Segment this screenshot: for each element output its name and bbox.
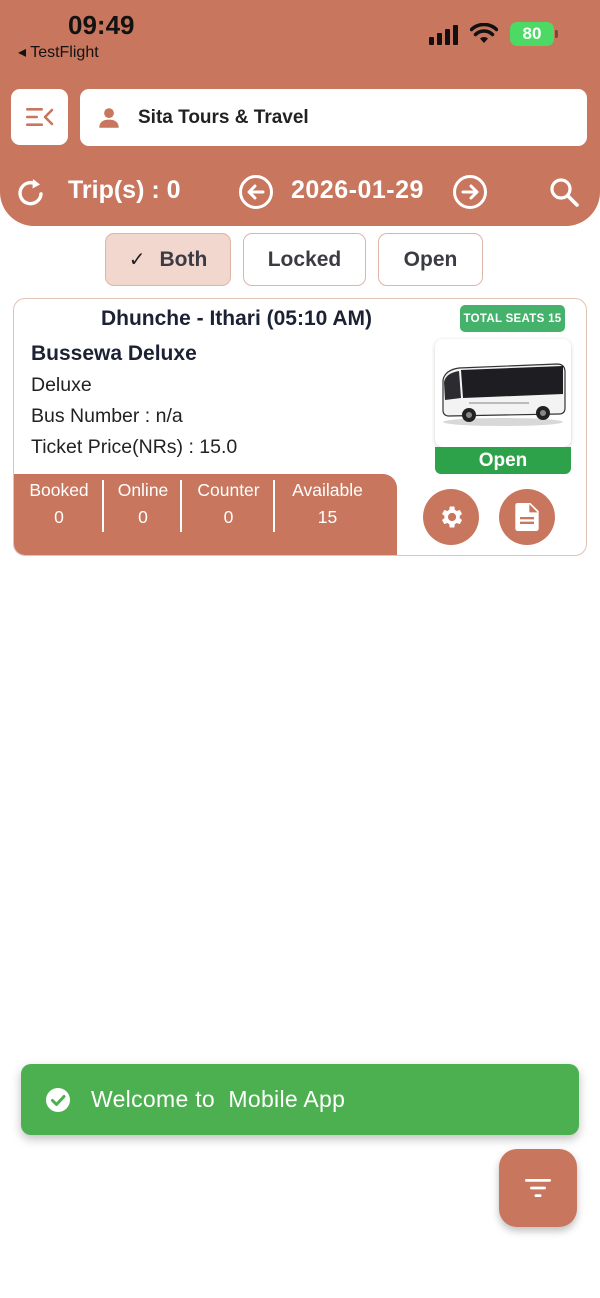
trip-settings-button[interactable] xyxy=(423,489,479,545)
bus-image xyxy=(435,339,571,447)
filter-fab-button[interactable] xyxy=(499,1149,577,1227)
gear-icon xyxy=(442,506,463,528)
battery-indicator: 80 xyxy=(510,22,558,46)
stat-label: Booked xyxy=(29,480,89,500)
stat-booked: Booked 0 xyxy=(14,480,104,555)
welcome-toast: Welcome to Mobile App xyxy=(21,1064,579,1135)
trip-route: Dhunche - Ithari (05:10 AM) xyxy=(100,307,373,330)
stat-counter: Counter 0 xyxy=(182,480,275,555)
stat-label: Online xyxy=(117,480,169,500)
stat-online: Online 0 xyxy=(104,480,182,555)
trip-card[interactable]: Dhunche - Ithari (05:10 AM) TOTAL SEATS … xyxy=(13,298,587,556)
filter-both[interactable]: ✓ Both xyxy=(105,233,231,286)
filter-open-label: Open xyxy=(403,247,458,271)
stat-label: Counter xyxy=(197,480,260,500)
stat-value: 0 xyxy=(223,507,234,527)
stat-value: 15 xyxy=(317,507,338,527)
menu-button[interactable] xyxy=(11,89,68,145)
filter-icon xyxy=(525,1179,551,1197)
total-seats-badge: TOTAL SEATS 15 xyxy=(460,305,565,332)
company-name: Sita Tours & Travel xyxy=(138,106,309,128)
refresh-icon[interactable] xyxy=(16,176,46,208)
bus-type: Deluxe xyxy=(31,374,92,396)
filter-open[interactable]: Open xyxy=(378,233,483,286)
menu-collapse-icon xyxy=(25,108,53,126)
app-header: 09:49 ◂ TestFlight 80 Sita Tours & Trave… xyxy=(0,0,600,226)
cellular-signal-icon xyxy=(429,23,458,45)
filter-locked-label: Locked xyxy=(267,247,342,271)
wifi-icon xyxy=(470,23,498,43)
filter-both-label: Both xyxy=(159,247,208,271)
trip-toolbar: Trip(s) : 0 2026-01-29 xyxy=(0,170,600,214)
stat-value: 0 xyxy=(138,507,148,527)
bus-number: Bus Number : n/a xyxy=(31,405,183,427)
check-icon: ✓ xyxy=(128,249,146,271)
document-icon xyxy=(515,503,539,531)
back-to-testflight[interactable]: ◂ TestFlight xyxy=(18,42,99,62)
arrow-right-circle-icon[interactable] xyxy=(452,174,488,210)
stat-label: Available xyxy=(292,480,363,500)
seat-stats: Booked 0 Online 0 Counter 0 Available 15 xyxy=(14,474,397,555)
bus-illustration xyxy=(442,363,566,426)
check-circle-icon xyxy=(46,1087,70,1112)
person-icon xyxy=(99,107,119,128)
arrow-left-circle-icon[interactable] xyxy=(238,174,274,210)
ticket-price: Ticket Price(NRs) : 15.0 xyxy=(31,436,238,458)
search-icon[interactable] xyxy=(548,176,580,208)
company-selector[interactable]: Sita Tours & Travel xyxy=(80,89,587,146)
trip-status: Open xyxy=(435,447,571,474)
stat-available: Available 15 xyxy=(275,480,380,555)
battery-level: 80 xyxy=(522,24,542,43)
status-time: 09:49 xyxy=(68,10,135,40)
stat-value: 0 xyxy=(54,507,64,527)
filter-locked[interactable]: Locked xyxy=(243,233,366,286)
trip-report-button[interactable] xyxy=(499,489,555,545)
toast-message: Welcome to Mobile App xyxy=(91,1086,346,1112)
trip-count: Trip(s) : 0 xyxy=(68,176,181,204)
bus-name: Bussewa Deluxe xyxy=(31,342,197,365)
status-icons: 80 xyxy=(429,22,558,46)
selected-date[interactable]: 2026-01-29 xyxy=(291,176,424,205)
